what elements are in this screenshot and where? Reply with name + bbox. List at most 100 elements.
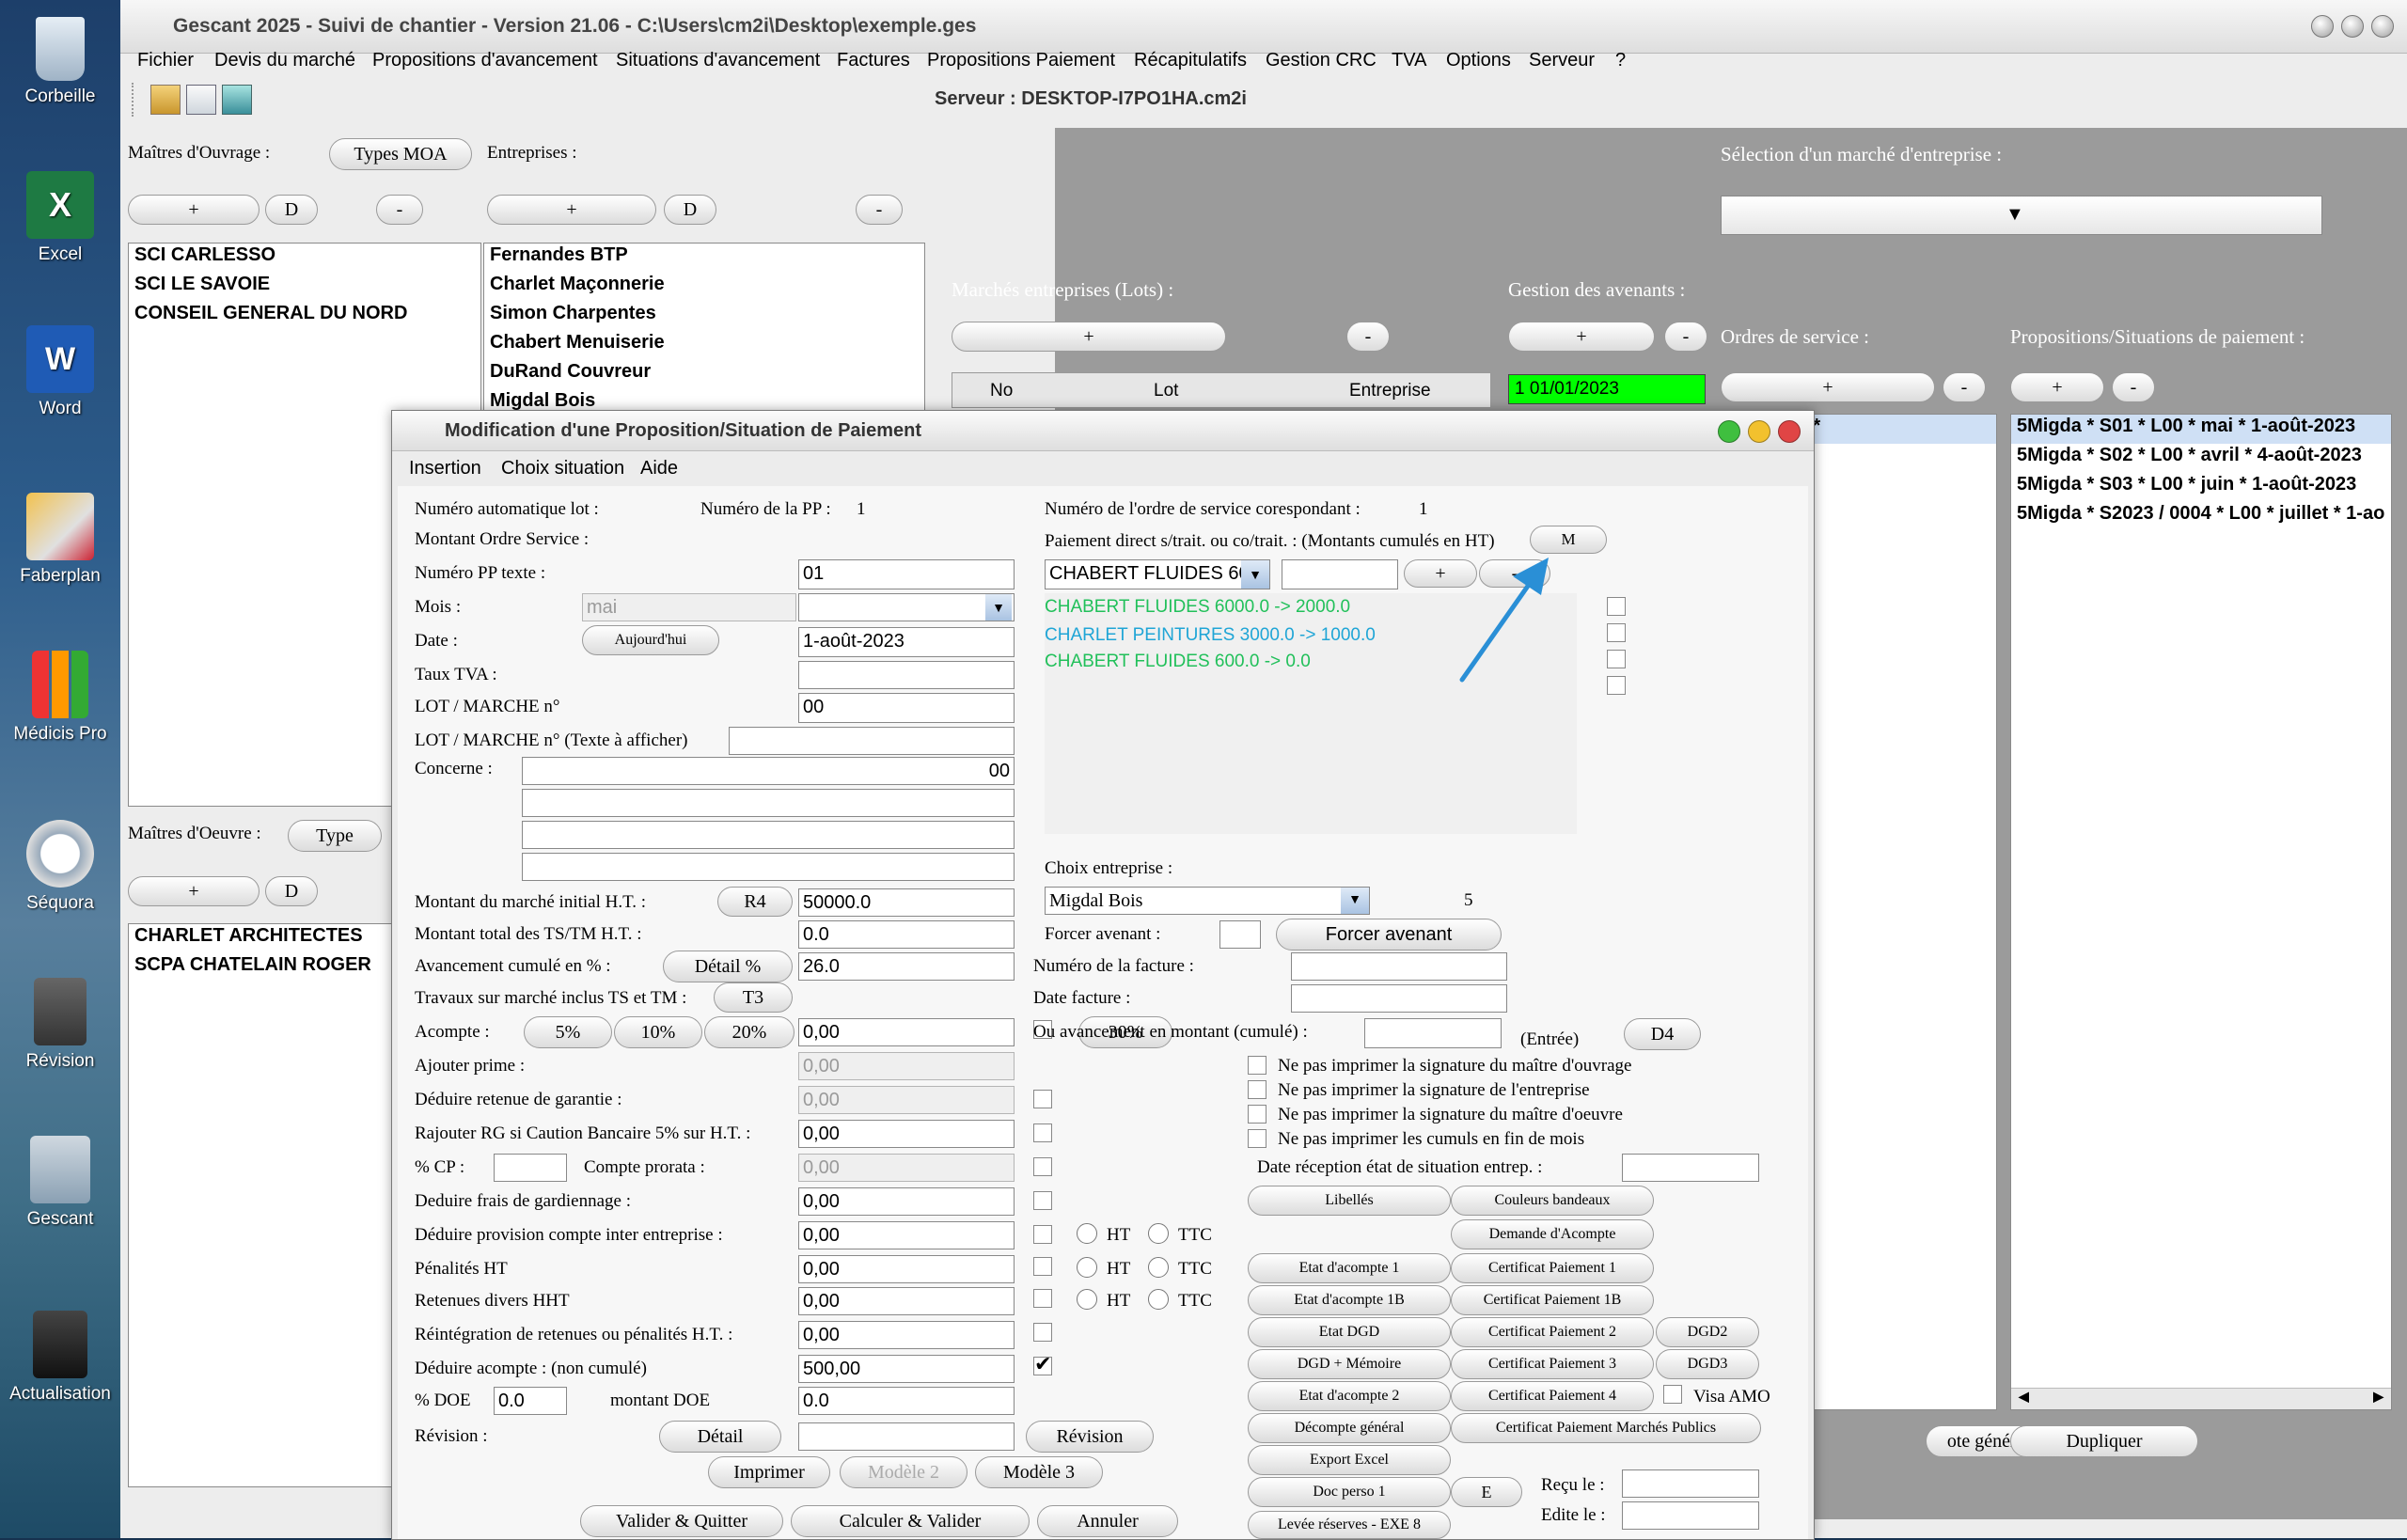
list-item[interactable]: SCI LE SAVOIE [129, 273, 480, 302]
dialog-menu-insertion[interactable]: Insertion [409, 458, 481, 479]
no-sig-entreprise-checkbox[interactable] [1248, 1080, 1266, 1099]
paiement-select[interactable]: CHABERT FLUIDES 6000.0 ▼ [1045, 559, 1270, 589]
forcer-avenant-input[interactable] [1219, 920, 1261, 949]
dialog-minimize-button[interactable] [1748, 420, 1770, 443]
r4-button[interactable]: R4 [717, 887, 793, 917]
menu-propositions-paiement[interactable]: Propositions Paiement [927, 50, 1115, 71]
desktop-icon-excel[interactable]: X Excel [0, 171, 120, 265]
rajouter-rg-checkbox[interactable] [1033, 1124, 1052, 1142]
detail-moa-button[interactable]: D [265, 195, 318, 225]
col-entreprise[interactable]: Entreprise [1349, 381, 1431, 401]
desktop-icon-revision[interactable]: Révision [0, 978, 120, 1072]
deduire-acompte-input[interactable]: 500,00 [798, 1355, 1015, 1383]
remove-avenant-button[interactable]: - [1664, 322, 1707, 352]
menu-gestion-crc[interactable]: Gestion CRC [1266, 50, 1377, 71]
avancement-input[interactable]: 26.0 [798, 952, 1015, 981]
penalites-checkbox[interactable] [1033, 1257, 1052, 1276]
penalites-ttc-radio[interactable] [1148, 1257, 1169, 1278]
revision-button[interactable]: Révision [1026, 1421, 1154, 1453]
etat-acompte1b-button[interactable]: Etat d'acompte 1B [1248, 1285, 1451, 1315]
desktop-icon-sequora[interactable]: Séquora [0, 820, 120, 914]
copy-icon[interactable] [186, 85, 216, 115]
annuler-button[interactable]: Annuler [1037, 1505, 1178, 1537]
certif-paiement3-button[interactable]: Certificat Paiement 3 [1451, 1349, 1654, 1379]
dgd2-button[interactable]: DGD2 [1656, 1317, 1759, 1347]
imprimer-button[interactable]: Imprimer [708, 1456, 830, 1488]
list-item[interactable]: Fernandes BTP [484, 244, 924, 273]
taux-tva-input[interactable] [798, 661, 1015, 689]
certif-paiement2-button[interactable]: Certificat Paiement 2 [1451, 1317, 1654, 1347]
provision-ttc-radio[interactable] [1148, 1223, 1169, 1244]
modele3-button[interactable]: Modèle 3 [975, 1456, 1103, 1488]
deduire-rg-input[interactable]: 0,00 [798, 1086, 1015, 1114]
certif-paiement4-button[interactable]: Certificat Paiement 4 [1451, 1381, 1654, 1411]
demande-acompte-button[interactable]: Demande d'Acompte [1451, 1219, 1654, 1249]
desktop-icon-gescant[interactable]: Gescant [0, 1136, 120, 1230]
acompte-input[interactable]: 0,00 [798, 1018, 1015, 1046]
date-facture-input[interactable] [1291, 984, 1507, 1013]
retenues-input[interactable]: 0,00 [798, 1287, 1015, 1315]
lot-marche-texte-input[interactable] [729, 727, 1015, 755]
acompte-20pct-button[interactable]: 20% [704, 1016, 794, 1048]
menu-fichier[interactable]: Fichier [137, 50, 194, 71]
concerne-input-4[interactable] [522, 853, 1015, 881]
reintegration-input[interactable]: 0,00 [798, 1321, 1015, 1349]
acompte-5pct-button[interactable]: 5% [524, 1016, 612, 1048]
e-button[interactable]: E [1451, 1477, 1522, 1507]
detail-entreprise-button[interactable]: D [664, 195, 716, 225]
scroll-right-icon[interactable]: ▶ [2373, 1389, 2383, 1405]
valider-quitter-button[interactable]: Valider & Quitter [580, 1505, 783, 1537]
num-pp-texte-input[interactable]: 01 [798, 559, 1015, 589]
subcontractor-checkbox-2[interactable] [1607, 623, 1626, 642]
remove-os-button[interactable]: - [1943, 372, 1986, 402]
propositions-list[interactable]: 5Migda * S01 * L00 * mai * 1-août-2023 5… [2010, 414, 2392, 1410]
desktop-icon-medicis[interactable]: Médicis Pro [0, 651, 120, 745]
retenues-ttc-radio[interactable] [1148, 1289, 1169, 1310]
open-folder-icon[interactable] [150, 85, 181, 115]
dgd3-button[interactable]: DGD3 [1656, 1349, 1759, 1379]
no-cumuls-checkbox[interactable] [1248, 1129, 1266, 1148]
detail-pct-button[interactable]: Détail % [663, 951, 793, 982]
m-button[interactable]: M [1530, 526, 1607, 554]
montant-initial-input[interactable]: 50000.0 [798, 888, 1015, 917]
menu-situations-avancement[interactable]: Situations d'avancement [616, 50, 820, 71]
recu-le-input[interactable] [1622, 1469, 1759, 1498]
horizontal-scrollbar[interactable]: ◀ ▶ [2011, 1388, 2391, 1409]
list-item[interactable]: SCI CARLESSO [129, 244, 480, 273]
montant-ts-input[interactable]: 0.0 [798, 920, 1015, 949]
doc-perso-button[interactable]: Doc perso 1 [1248, 1477, 1451, 1507]
reintegration-checkbox[interactable] [1033, 1323, 1052, 1342]
scroll-left-icon[interactable]: ◀ [2019, 1389, 2029, 1405]
edite-le-input[interactable] [1622, 1501, 1759, 1530]
dupliquer-button[interactable]: Dupliquer [2010, 1425, 2198, 1457]
no-sig-moe-checkbox[interactable] [1248, 1105, 1266, 1124]
add-moe-button[interactable]: + [128, 876, 260, 906]
subcontractor-checkbox-1[interactable] [1607, 597, 1626, 616]
d4-button[interactable]: D4 [1624, 1018, 1701, 1050]
libelles-button[interactable]: Libellés [1248, 1186, 1451, 1216]
menu-serveur[interactable]: Serveur [1529, 50, 1595, 71]
list-item[interactable]: 5Migda * S01 * L00 * mai * 1-août-2023 [2011, 415, 2391, 444]
couleurs-bandeaux-button[interactable]: Couleurs bandeaux [1451, 1186, 1654, 1216]
list-item[interactable]: 5Migda * S02 * L00 * avril * 4-août-2023 [2011, 444, 2391, 473]
frais-gardiennage-input[interactable]: 0,00 [798, 1187, 1015, 1216]
types-moa-button[interactable]: Types MOA [329, 138, 472, 170]
revision-input[interactable] [798, 1422, 1015, 1451]
list-item[interactable]: * * [1795, 415, 1996, 444]
menu-help[interactable]: ? [1615, 50, 1626, 71]
detail-button[interactable]: Détail [659, 1421, 781, 1453]
decompte-general-button[interactable]: Décompte général [1248, 1413, 1451, 1443]
compte-prorata-checkbox[interactable] [1033, 1157, 1052, 1176]
menu-propositions-avancement[interactable]: Propositions d'avancement [372, 50, 598, 71]
no-sig-moa-checkbox[interactable] [1248, 1056, 1266, 1075]
mois-select[interactable]: ▼ [798, 593, 1015, 621]
dialog-close-button[interactable] [1778, 420, 1801, 443]
certif-paiement1b-button[interactable]: Certificat Paiement 1B [1451, 1285, 1654, 1315]
t3-button[interactable]: T3 [714, 982, 793, 1013]
penalites-input[interactable]: 0,00 [798, 1255, 1015, 1283]
subcontractor-checkbox-3[interactable] [1607, 650, 1626, 668]
provision-input[interactable]: 0,00 [798, 1221, 1015, 1249]
menu-factures[interactable]: Factures [837, 50, 910, 71]
detail-moe-button[interactable]: D [265, 876, 318, 906]
pct-cp-input[interactable] [494, 1154, 567, 1182]
